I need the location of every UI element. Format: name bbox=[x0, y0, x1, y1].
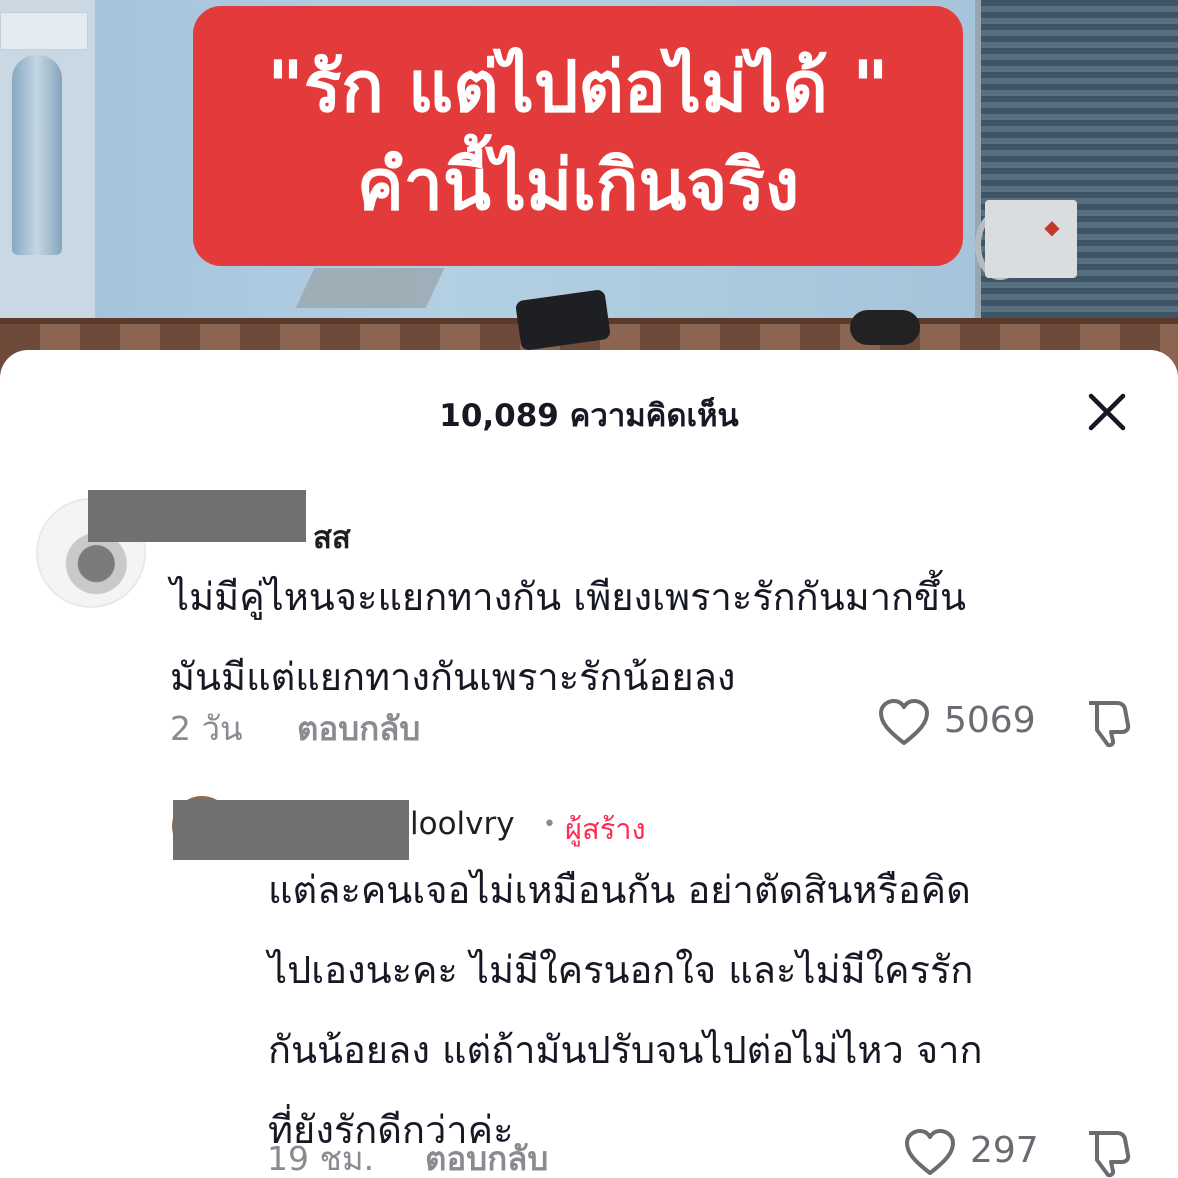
reply-button[interactable]: ตอบกลับ bbox=[297, 702, 420, 755]
comment-text-line: ที่ยังรักดีกว่าค่ะ bbox=[268, 1108, 514, 1152]
caption-line-1: "รัก แต่ไปต่อไม่ได้ " bbox=[267, 46, 889, 128]
video-background: ◆ "รัก แต่ไปต่อไม่ได้ " คำนี้ไม่เกินจริง bbox=[0, 0, 1178, 380]
like-count: 5069 bbox=[944, 700, 1036, 741]
thumbs-down-icon[interactable] bbox=[1083, 1127, 1133, 1178]
comment-text-line: มันมีแต่แยกทางกันเพราะรักน้อยลง bbox=[170, 655, 736, 699]
comment-timestamp: 2 วัน bbox=[170, 709, 243, 748]
comment-text-line: ไปเองนะคะ ไม่มีใครนอกใจ และไม่มีใครรัก bbox=[268, 948, 974, 992]
creator-badge: ผู้สร้าง bbox=[565, 812, 646, 846]
thumbs-down-icon[interactable] bbox=[1083, 697, 1133, 749]
comments-sheet: 10,089 ความคิดเห็น สส ไม่มีคู่ไหนจะแยกทา… bbox=[0, 350, 1178, 1178]
close-icon[interactable] bbox=[1083, 388, 1131, 436]
comment-text: แต่ละคนเจอไม่เหมือนกัน อย่าตัดสินหรือคิด… bbox=[268, 850, 983, 1170]
comment-text: ไม่มีคู่ไหนจะแยกทางกัน เพียงเพราะรักกันม… bbox=[170, 557, 966, 717]
comment-text-line: กันน้อยลง แต่ถ้ามันปรับจนไปต่อไม่ไหว จาก bbox=[268, 1028, 983, 1072]
solar-lamp-2 bbox=[850, 310, 920, 345]
reply-button[interactable]: ตอบกลับ bbox=[425, 1132, 548, 1178]
video-caption: "รัก แต่ไปต่อไม่ได้ " คำนี้ไม่เกินจริง bbox=[193, 6, 963, 266]
separator-dot: • bbox=[543, 812, 556, 837]
balcony-ledge bbox=[0, 12, 88, 50]
redacted-username bbox=[88, 490, 306, 542]
comment-count-title: 10,089 ความคิดเห็น bbox=[439, 398, 739, 434]
balustrade-pillar bbox=[12, 55, 62, 255]
caption-line-2: คำนี้ไม่เกินจริง bbox=[356, 144, 800, 226]
heart-icon[interactable] bbox=[903, 1128, 957, 1178]
comments-header: 10,089 ความคิดเห็น bbox=[0, 382, 1178, 442]
comment-username[interactable]: loolvry bbox=[410, 806, 515, 842]
comment-timestamp: 19 ชม. bbox=[267, 1139, 375, 1178]
comment-text-line: แต่ละคนเจอไม่เหมือนกัน อย่าตัดสินหรือคิด bbox=[268, 868, 971, 912]
heart-icon[interactable] bbox=[877, 698, 931, 748]
ac-logo-icon: ◆ bbox=[1044, 215, 1060, 239]
solar-panel bbox=[295, 268, 445, 308]
comment-username[interactable]: สส bbox=[313, 512, 351, 562]
like-count: 297 bbox=[970, 1130, 1039, 1171]
comment-text-line: ไม่มีคู่ไหนจะแยกทางกัน เพียงเพราะรักกันม… bbox=[170, 575, 967, 619]
